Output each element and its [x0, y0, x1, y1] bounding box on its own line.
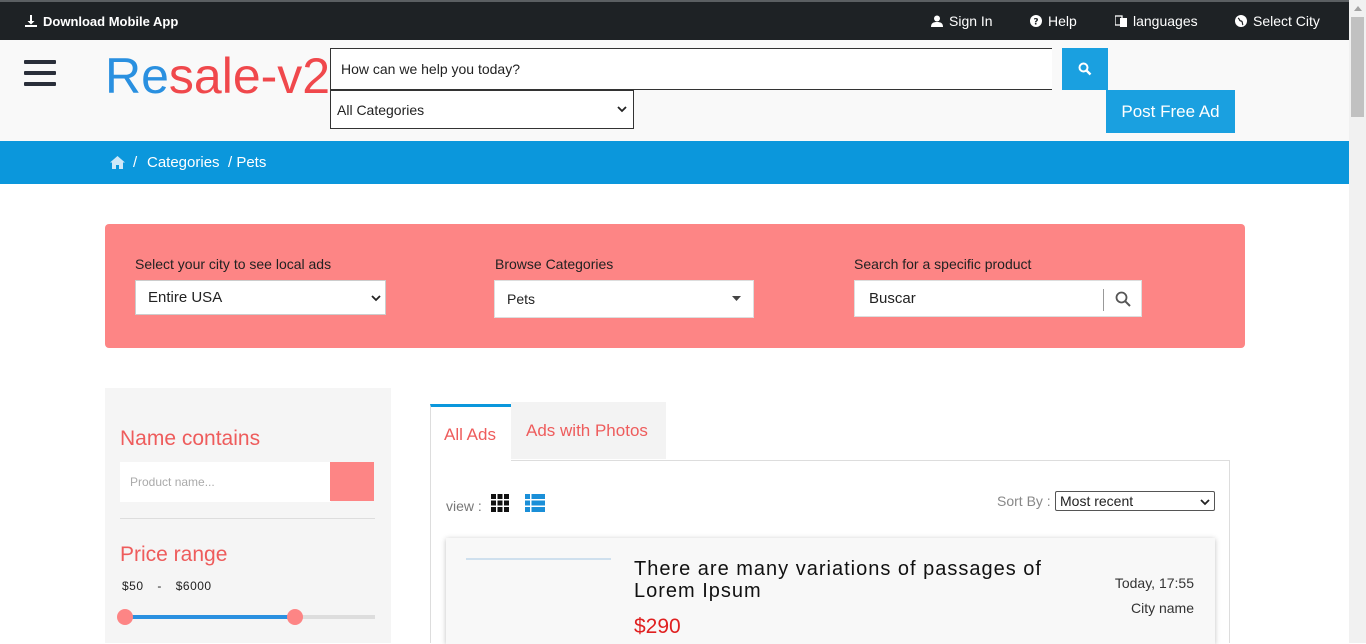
- sidebar-divider: [120, 518, 375, 519]
- download-icon: [25, 15, 37, 27]
- ad-listing-card[interactable]: There are many variations of passages of…: [446, 538, 1215, 644]
- ad-title[interactable]: There are many variations of passages of…: [634, 558, 1064, 602]
- search-icon: [1078, 62, 1092, 76]
- city-label: Select your city to see local ads: [135, 256, 332, 272]
- ads-panel: view : Sort By : Most recent There are m…: [430, 460, 1230, 644]
- svg-text:?: ?: [1033, 18, 1038, 28]
- logo-part-1: Re: [105, 48, 169, 104]
- chevron-down-icon: [1200, 499, 1210, 506]
- breadcrumb: / Categories / Pets: [0, 141, 1349, 184]
- price-slider-fill: [125, 615, 295, 619]
- chevron-down-icon: [371, 295, 381, 302]
- city-select-value: Entire USA: [148, 289, 223, 306]
- price-slider-min-handle[interactable]: [117, 609, 133, 625]
- search-button[interactable]: [1062, 48, 1108, 90]
- sign-in-link[interactable]: Sign In: [931, 2, 993, 40]
- sort-select-value: Most recent: [1060, 493, 1134, 509]
- ad-timestamp: Today, 17:55: [1114, 575, 1194, 591]
- list-view-icon[interactable]: [525, 494, 545, 512]
- browse-category-select[interactable]: Pets: [494, 280, 754, 318]
- product-search-value: Buscar: [869, 290, 916, 307]
- breadcrumb-current: / Pets: [228, 154, 267, 171]
- languages-link[interactable]: languages: [1115, 2, 1198, 40]
- user-icon: [931, 15, 943, 27]
- price-slider[interactable]: [117, 609, 375, 625]
- download-app-link[interactable]: Download Mobile App: [25, 2, 178, 40]
- home-icon: [110, 156, 125, 169]
- breadcrumb-categories[interactable]: Categories: [147, 141, 220, 184]
- vertical-scrollbar[interactable]: [1349, 0, 1366, 643]
- scroll-up-arrow[interactable]: [1349, 0, 1366, 17]
- city-select[interactable]: Entire USA: [135, 280, 386, 315]
- top-bar: Download Mobile App Sign In ? Help langu…: [0, 0, 1349, 40]
- sign-in-label: Sign In: [949, 13, 993, 29]
- ad-city: City name: [1130, 600, 1194, 616]
- grid-view-icon[interactable]: [491, 494, 509, 512]
- product-search-input[interactable]: Buscar: [854, 280, 1142, 317]
- help-label: Help: [1048, 13, 1077, 29]
- help-icon: ?: [1030, 15, 1042, 27]
- help-link[interactable]: ? Help: [1030, 2, 1077, 40]
- product-name-input[interactable]: Product name...: [120, 462, 331, 502]
- home-link[interactable]: [110, 141, 125, 184]
- search-divider: [1103, 289, 1104, 311]
- site-logo[interactable]: Resale-v2: [105, 48, 330, 104]
- filter-panel: Select your city to see local ads Entire…: [105, 224, 1245, 348]
- price-dash: -: [157, 579, 162, 593]
- ad-price: $290: [634, 615, 681, 638]
- search-placeholder: How can we help you today?: [341, 61, 520, 77]
- site-header: Resale-v2 How can we help you today? All…: [0, 40, 1349, 141]
- price-range-values: $50 - $6000: [122, 579, 212, 593]
- category-select-value: All Categories: [337, 101, 425, 118]
- search-input[interactable]: How can we help you today?: [330, 48, 1052, 90]
- price-max: $6000: [175, 579, 212, 593]
- languages-label: languages: [1133, 13, 1198, 29]
- scroll-thumb[interactable]: [1351, 17, 1364, 117]
- price-range-title: Price range: [120, 543, 228, 566]
- select-city-link[interactable]: Select City: [1235, 2, 1320, 40]
- view-label: view :: [446, 498, 482, 514]
- price-slider-max-handle[interactable]: [287, 609, 303, 625]
- sidebar: Name contains Product name... Price rang…: [105, 388, 391, 643]
- breadcrumb-separator: /: [133, 154, 138, 171]
- category-label: Browse Categories: [495, 256, 614, 272]
- category-select[interactable]: All Categories: [330, 90, 634, 129]
- logo-part-2: sale-v2: [168, 48, 331, 104]
- sort-select[interactable]: Most recent: [1055, 491, 1215, 511]
- price-min: $50: [122, 579, 144, 593]
- name-filter-button[interactable]: [330, 462, 374, 501]
- tab-ads-with-photos[interactable]: Ads with Photos: [511, 402, 666, 459]
- menu-icon[interactable]: [24, 60, 56, 88]
- product-name-placeholder: Product name...: [130, 475, 215, 489]
- product-search-label: Search for a specific product: [854, 256, 1032, 272]
- select-city-label: Select City: [1253, 13, 1320, 29]
- tab-all-ads[interactable]: All Ads: [430, 404, 511, 461]
- sort-by-label: Sort By :: [997, 493, 1051, 509]
- browse-category-value: Pets: [507, 291, 536, 307]
- post-free-ad-button[interactable]: Post Free Ad: [1106, 90, 1235, 133]
- download-app-label: Download Mobile App: [43, 13, 179, 29]
- name-contains-title: Name contains: [120, 427, 261, 450]
- search-icon[interactable]: [1115, 291, 1131, 307]
- ad-image-placeholder: [466, 558, 611, 560]
- language-icon: [1115, 15, 1127, 27]
- globe-icon: [1235, 15, 1247, 27]
- caret-down-icon: [732, 296, 741, 301]
- chevron-down-icon: [617, 106, 627, 113]
